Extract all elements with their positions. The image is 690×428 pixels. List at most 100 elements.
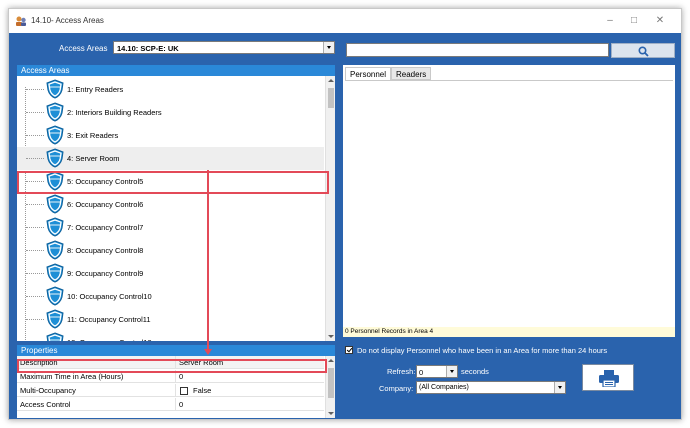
app-icon — [16, 16, 26, 26]
tree-scrollbar[interactable] — [325, 76, 335, 341]
scroll-thumb[interactable] — [328, 88, 334, 108]
print-button[interactable] — [582, 364, 634, 391]
personnel-list — [345, 80, 673, 324]
shield-icon — [46, 102, 64, 122]
minimize-icon[interactable]: – — [603, 15, 617, 27]
tree-item[interactable]: 4: Server Room — [17, 147, 324, 170]
window-title: 14.10- Access Areas — [31, 16, 104, 25]
property-value: 0 — [179, 372, 184, 381]
chevron-down-icon[interactable] — [554, 382, 565, 393]
scroll-down-icon[interactable] — [326, 331, 336, 341]
tree-item-label: 11: Occupancy Control11 — [67, 315, 151, 324]
property-row-multi-occupancy[interactable]: Multi-Occupancy False — [17, 384, 324, 397]
shield-icon — [46, 148, 64, 168]
properties-header: Properties — [17, 345, 335, 356]
shield-icon — [46, 263, 64, 283]
shield-icon — [46, 217, 64, 237]
callout-connector — [207, 170, 209, 353]
tree-connector — [26, 158, 44, 159]
tree-item-label: 12: Occupancy Control12 — [67, 338, 152, 341]
tree-header: Access Areas — [17, 65, 335, 76]
tree-item-label: 6: Occupancy Control6 — [67, 200, 144, 209]
shield-icon — [46, 240, 64, 260]
tree-item-label: 8: Occupancy Control8 — [67, 246, 144, 255]
status-text: 0 Personnel Records in Area 4 — [345, 328, 434, 335]
property-row-access-control[interactable]: Access Control 0 — [17, 398, 324, 411]
printer-icon — [599, 370, 619, 387]
access-areas-window: 14.10- Access Areas – □ ✕ Access Areas 1… — [8, 8, 682, 420]
chevron-down-icon[interactable] — [323, 42, 334, 53]
tree-item[interactable]: 9: Occupancy Control9 — [17, 262, 324, 285]
tree-item-label: 7: Occupancy Control7 — [67, 223, 144, 232]
tree-item-label: 4: Server Room — [67, 154, 120, 163]
property-divider — [175, 384, 176, 397]
tree-item[interactable]: 12: Occupancy Control12 — [17, 331, 324, 341]
tree-connector — [26, 273, 44, 274]
shield-icon — [46, 332, 64, 341]
property-key: Multi-Occupancy — [20, 386, 76, 395]
tab-personnel[interactable]: Personnel — [345, 67, 392, 80]
tab-readers[interactable]: Readers — [391, 67, 432, 80]
shield-icon — [46, 309, 64, 329]
tree-connector — [26, 250, 44, 251]
tree-item[interactable]: 7: Occupancy Control7 — [17, 216, 324, 239]
tree-item[interactable]: 3: Exit Readers — [17, 124, 324, 147]
tree-item-label: 1: Entry Readers — [67, 85, 124, 94]
callout-arrow-icon — [204, 349, 212, 355]
maximize-icon[interactable]: □ — [627, 15, 641, 27]
tree-connector — [26, 319, 44, 320]
tree-item[interactable]: 11: Occupancy Control11 — [17, 308, 324, 331]
tree-item[interactable]: 8: Occupancy Control8 — [17, 239, 324, 262]
access-areas-tree: 1: Entry Readers 2: Interiors Building Re… — [17, 76, 324, 341]
shield-icon — [46, 125, 64, 145]
refresh-select[interactable]: 0 — [416, 365, 458, 378]
title-bar: 14.10- Access Areas – □ ✕ — [9, 9, 681, 33]
client-area: Access Areas 14.10: SCP-E: UK Access Are… — [9, 33, 681, 419]
tree-item-label: 9: Occupancy Control9 — [67, 269, 144, 278]
selected-area-highlight — [17, 171, 329, 194]
company-value: (All Companies) — [419, 384, 469, 391]
tree-connector — [26, 112, 44, 113]
tree-item-label: 10: Occupancy Control10 — [67, 292, 152, 301]
refresh-label: Refresh: — [387, 367, 416, 376]
tree-connector — [26, 296, 44, 297]
property-value: False — [193, 386, 212, 395]
shield-icon — [46, 286, 64, 306]
property-key: Maximum Time in Area (Hours) — [20, 372, 124, 381]
hide-24h-checkbox[interactable] — [345, 346, 353, 354]
tree-connector — [26, 227, 44, 228]
tree-connector — [26, 89, 44, 90]
chevron-down-icon[interactable] — [446, 366, 457, 377]
property-key: Access Control — [20, 400, 71, 409]
tree-item-label: 2: Interiors Building Readers — [67, 108, 162, 117]
property-value: 0 — [179, 400, 184, 409]
tree-connector — [26, 135, 44, 136]
tree-item[interactable]: 6: Occupancy Control6 — [17, 193, 324, 216]
shield-icon — [46, 79, 64, 99]
scroll-up-icon[interactable] — [326, 356, 336, 366]
property-divider — [175, 398, 176, 411]
scroll-down-icon[interactable] — [326, 408, 336, 418]
search-icon — [638, 46, 649, 57]
tree-item[interactable]: 1: Entry Readers — [17, 78, 324, 101]
scroll-thumb[interactable] — [328, 368, 334, 398]
search-button[interactable] — [611, 43, 675, 58]
tree-connector — [26, 204, 44, 205]
refresh-value: 0 — [419, 368, 424, 377]
shield-icon — [46, 194, 64, 214]
tree-item-label: 3: Exit Readers — [67, 131, 119, 140]
personnel-panel: Personnel Readers 0 Personnel Records in… — [343, 65, 675, 337]
scroll-up-icon[interactable] — [326, 76, 336, 86]
access-areas-select[interactable]: 14.10: SCP-E: UK — [113, 41, 335, 54]
tree-item[interactable]: 10: Occupancy Control10 — [17, 285, 324, 308]
tree-item[interactable]: 2: Interiors Building Readers — [17, 101, 324, 124]
close-icon[interactable]: ✕ — [653, 15, 667, 27]
multi-occupancy-checkbox[interactable] — [180, 387, 188, 395]
search-input[interactable] — [346, 43, 609, 57]
seconds-label: seconds — [461, 367, 489, 376]
status-bar: 0 Personnel Records in Area 4 — [343, 327, 675, 337]
access-areas-tree-panel: Access Areas 1: Entry Readers 2: Interior… — [17, 65, 335, 341]
access-areas-label: Access Areas — [59, 44, 108, 53]
access-areas-select-value: 14.10: SCP-E: UK — [117, 44, 179, 53]
company-select[interactable]: (All Companies) — [416, 381, 566, 394]
